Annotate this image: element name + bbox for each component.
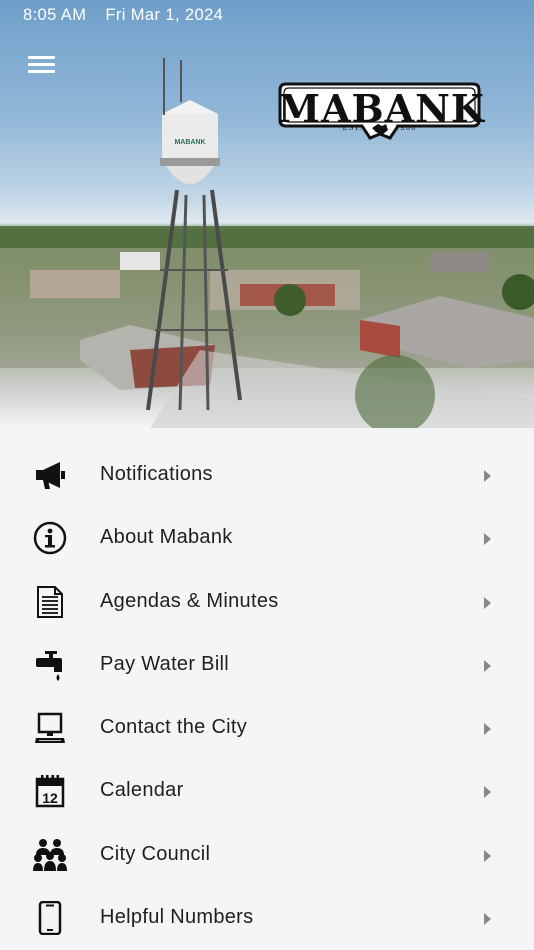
menu-item-label: About Mabank xyxy=(100,526,233,549)
menu-item-label: Contact the City xyxy=(100,716,248,739)
menu-item-city-council[interactable]: City Council xyxy=(0,823,534,886)
menu-item-agendas[interactable]: Agendas & Minutes xyxy=(0,570,534,633)
main-menu-list: Notifications About Mabank Agendas & Min… xyxy=(0,443,534,949)
menu-item-contact-city[interactable]: Contact the City xyxy=(0,696,534,759)
megaphone-icon xyxy=(32,457,68,493)
info-icon xyxy=(32,520,68,556)
computer-icon xyxy=(32,710,68,746)
group-icon xyxy=(32,837,68,873)
hero-banner: MABANK 8:05 AM Fri Mar 1, 2024 MABANK ES… xyxy=(0,0,534,428)
status-date: Fri Mar 1, 2024 xyxy=(105,6,224,24)
menu-item-about[interactable]: About Mabank xyxy=(0,506,534,569)
status-bar: 8:05 AM Fri Mar 1, 2024 xyxy=(23,6,223,25)
chevron-right-icon xyxy=(484,659,491,672)
menu-item-label: Calendar xyxy=(100,779,184,802)
menu-item-label: Agendas & Minutes xyxy=(100,589,279,612)
logo-established: EST. 1900 xyxy=(278,124,481,132)
svg-text:MABANK: MABANK xyxy=(174,139,205,146)
menu-item-notifications[interactable]: Notifications xyxy=(0,443,534,506)
city-logo: MABANK EST. 1900 xyxy=(278,80,484,142)
menu-item-pay-water-bill[interactable]: Pay Water Bill xyxy=(0,633,534,696)
menu-item-label: Pay Water Bill xyxy=(100,652,230,675)
menu-item-label: Notifications xyxy=(100,463,213,485)
logo-year: 1900 xyxy=(394,124,417,132)
hamburger-menu-button[interactable] xyxy=(22,50,62,80)
chevron-right-icon xyxy=(484,533,491,546)
menu-item-label: City Council xyxy=(100,842,211,865)
faucet-icon xyxy=(32,647,68,683)
calendar-icon: 12 xyxy=(32,773,68,809)
menu-item-label: Helpful Numbers xyxy=(100,906,254,929)
chevron-right-icon xyxy=(484,786,491,799)
chevron-right-icon xyxy=(484,723,491,736)
logo-est-label: EST. xyxy=(342,124,363,132)
calendar-day-number: 12 xyxy=(42,790,58,806)
menu-item-calendar[interactable]: 12 Calendar xyxy=(0,759,534,822)
town-aerial-photo: MABANK xyxy=(0,58,534,428)
chevron-right-icon xyxy=(484,596,491,609)
phone-icon xyxy=(32,900,68,936)
document-icon xyxy=(32,584,68,620)
chevron-right-icon xyxy=(484,849,491,862)
chevron-right-icon xyxy=(484,470,491,482)
chevron-right-icon xyxy=(484,913,491,926)
menu-item-helpful-numbers[interactable]: Helpful Numbers xyxy=(0,886,534,949)
status-time: 8:05 AM xyxy=(23,6,87,24)
